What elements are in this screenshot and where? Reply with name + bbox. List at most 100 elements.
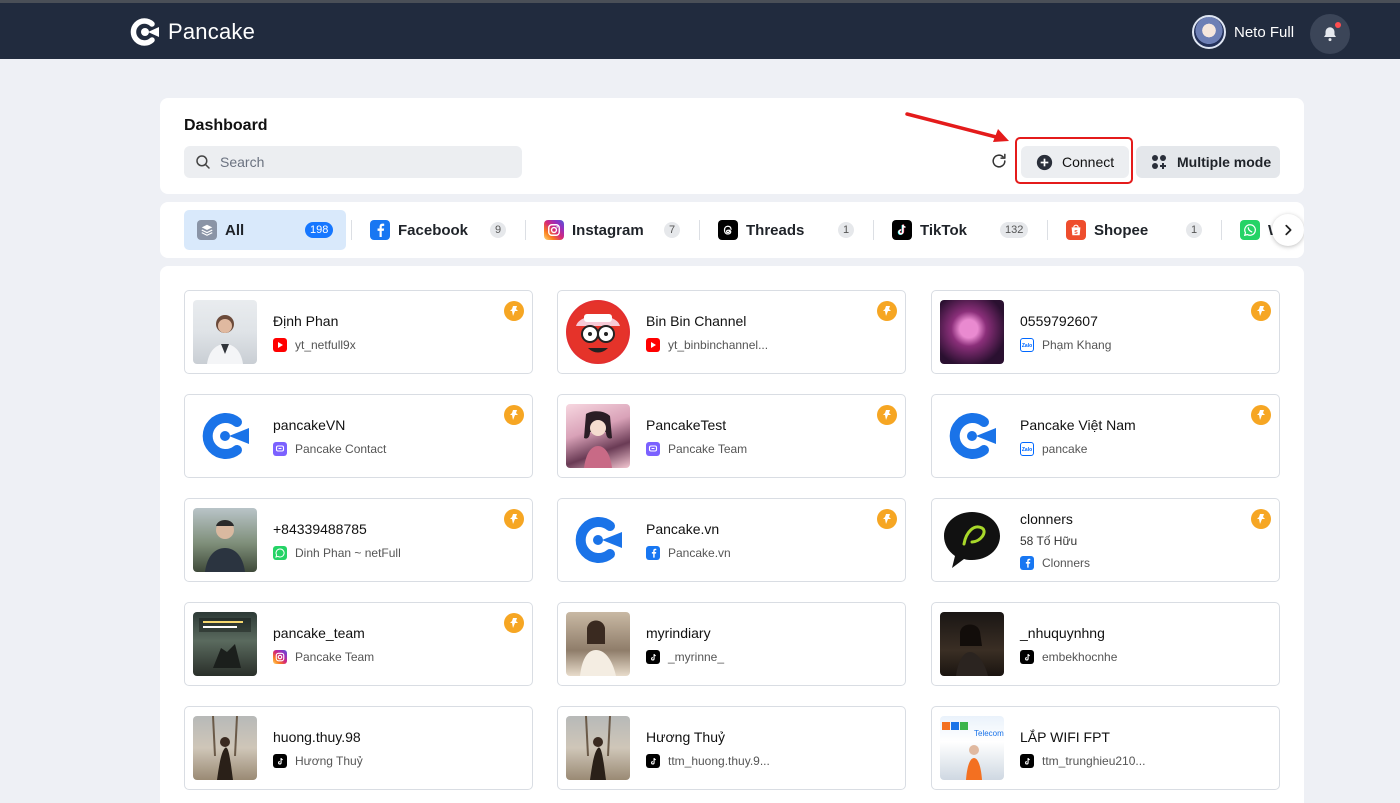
chat-bot-icon <box>273 442 287 456</box>
pin-icon[interactable] <box>504 509 524 529</box>
page-card[interactable]: pancakeVN Pancake Contact <box>184 394 533 478</box>
page-card[interactable]: 0559792607 Zalo Phạm Khang <box>931 290 1280 374</box>
pin-icon[interactable] <box>877 405 897 425</box>
svg-text:Zalo: Zalo <box>1022 343 1032 348</box>
page-handle: Phạm Khang <box>1042 338 1112 352</box>
instagram-icon <box>273 650 287 664</box>
tab-divider <box>525 220 526 240</box>
page-card[interactable]: Định Phan yt_netfull9x <box>184 290 533 374</box>
page-card[interactable]: Pancake.vn Pancake.vn <box>557 498 906 582</box>
pin-icon[interactable] <box>1251 405 1271 425</box>
svg-text:Zalo: Zalo <box>1022 447 1032 452</box>
brand-name: Pancake <box>168 19 256 44</box>
avatar <box>1192 15 1226 49</box>
youtube-icon <box>646 338 660 352</box>
page-card[interactable]: PancakeTest Pancake Team <box>557 394 906 478</box>
pin-icon[interactable] <box>504 405 524 425</box>
tab-count: 132 <box>1000 222 1029 238</box>
pin-icon[interactable] <box>877 301 897 321</box>
pin-icon[interactable] <box>504 613 524 633</box>
tab-shopee[interactable]: S Shopee 1 <box>1066 210 1206 250</box>
threads-icon <box>718 220 738 240</box>
tab-count: 9 <box>490 222 507 238</box>
facebook-icon <box>646 546 660 560</box>
page-name: pancakeVN <box>273 417 346 433</box>
grid-plus-icon <box>1152 155 1166 169</box>
chevron-right-icon <box>1285 224 1292 236</box>
page-avatar: Telecom <box>940 716 1004 780</box>
page-avatar <box>566 508 630 572</box>
page-name: 0559792607 <box>1020 313 1098 329</box>
tabs-next-button[interactable] <box>1272 214 1304 246</box>
dashboard-header: Dashboard Connect Multiple mode <box>160 98 1304 194</box>
pages-grid: Định Phan yt_netfull9x Bin Bin Channel y… <box>160 266 1304 803</box>
top-navbar: Pancake Neto Full <box>0 0 1400 59</box>
tab-threads[interactable]: Threads 1 <box>718 210 858 250</box>
notifications-button[interactable] <box>1310 14 1350 54</box>
pin-icon[interactable] <box>1251 509 1271 529</box>
page-card[interactable]: Telecom LẮP WIFI FPT ttm_trunghieu210... <box>931 706 1280 790</box>
page-handle: yt_binbinchannel... <box>668 338 769 352</box>
search-box[interactable] <box>184 146 522 178</box>
user-menu[interactable]: Neto Full <box>1192 15 1294 49</box>
page-name: PancakeTest <box>646 417 727 433</box>
facebook-icon <box>1020 556 1034 570</box>
page-source: Dinh Phan ~ netFull <box>273 546 401 560</box>
page-card[interactable]: huong.thuy.98 Hương Thuỷ <box>184 706 533 790</box>
page-source: ttm_huong.thuy.9... <box>646 754 770 768</box>
page-name: pancake_team <box>273 625 365 641</box>
tiktok-icon <box>273 754 287 768</box>
page-handle: embekhocnhe <box>1042 650 1118 664</box>
search-input[interactable] <box>220 154 510 170</box>
multiple-mode-button[interactable]: Multiple mode <box>1136 146 1280 178</box>
connect-button[interactable]: Connect <box>1021 146 1129 178</box>
page-source: Zalo Phạm Khang <box>1020 338 1111 352</box>
svg-text:S: S <box>1074 230 1078 236</box>
annotation-arrow-icon <box>905 112 1009 142</box>
page-avatar <box>193 300 257 364</box>
page-handle: Clonners <box>1042 556 1091 570</box>
page-name: myrindiary <box>646 625 711 641</box>
page-card[interactable]: myrindiary _myrinne_ <box>557 602 906 686</box>
tab-count: 198 <box>305 222 334 238</box>
refresh-button[interactable] <box>988 150 1010 172</box>
brand-logo[interactable]: Pancake <box>128 15 255 49</box>
pin-icon[interactable] <box>1251 301 1271 321</box>
page-source: Hương Thuỷ <box>273 754 363 768</box>
page-avatar <box>566 404 630 468</box>
page-avatar <box>566 612 630 676</box>
page-card[interactable]: _nhuquynhng embekhocnhe <box>931 602 1280 686</box>
page-avatar <box>940 508 1004 572</box>
tab-tiktok[interactable]: TikTok 132 <box>892 210 1034 250</box>
tiktok-icon <box>892 220 912 240</box>
pin-icon[interactable] <box>504 301 524 321</box>
page-source: Pancake Team <box>646 442 747 456</box>
page-avatar <box>566 716 630 780</box>
page-handle: ttm_huong.thuy.9... <box>668 754 770 768</box>
tab-instagram[interactable]: Instagram 7 <box>544 210 684 250</box>
page-source: _myrinne_ <box>646 650 724 664</box>
page-card[interactable]: pancake_team Pancake Team <box>184 602 533 686</box>
tab-facebook[interactable]: Facebook 9 <box>370 210 512 250</box>
page-name: Hương Thuỷ <box>646 729 725 745</box>
page-card[interactable]: +84339488785 Dinh Phan ~ netFull <box>184 498 533 582</box>
page-card[interactable]: Bin Bin Channel yt_binbinchannel... <box>557 290 906 374</box>
multiple-mode-label: Multiple mode <box>1177 154 1272 170</box>
page-handle: Pancake Contact <box>295 442 387 456</box>
page-source: Pancake Contact <box>273 442 386 456</box>
page-source: yt_binbinchannel... <box>646 338 768 352</box>
page-card[interactable]: Pancake Việt Nam Zalo pancake <box>931 394 1280 478</box>
page-name: huong.thuy.98 <box>273 729 361 745</box>
page-handle: _myrinne_ <box>668 650 725 664</box>
pin-icon[interactable] <box>877 509 897 529</box>
tab-count: 1 <box>1186 222 1203 238</box>
tab-divider <box>1221 220 1222 240</box>
pancake-logo-icon <box>128 15 162 49</box>
page-address: 58 Tố Hữu <box>1020 534 1078 548</box>
tab-all[interactable]: All 198 <box>184 210 346 250</box>
page-source: embekhocnhe <box>1020 650 1117 664</box>
page-card[interactable]: clonners 58 Tố Hữu Clonners <box>931 498 1280 582</box>
page-card[interactable]: Hương Thuỷ ttm_huong.thuy.9... <box>557 706 906 790</box>
refresh-icon <box>992 153 1006 168</box>
page-avatar <box>940 300 1004 364</box>
